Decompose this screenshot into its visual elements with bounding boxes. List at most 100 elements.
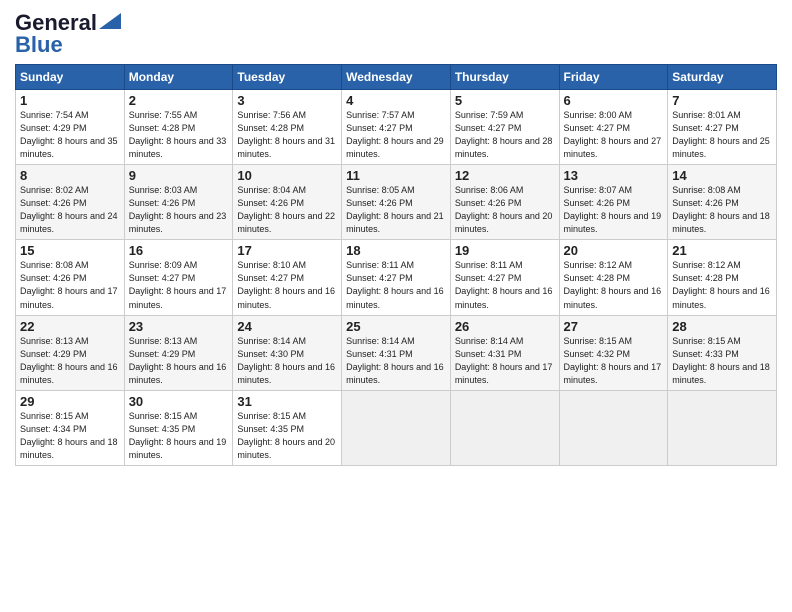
day-number: 17 — [237, 243, 337, 258]
day-info: Sunrise: 8:13 AMSunset: 4:29 PMDaylight:… — [20, 335, 120, 387]
col-header-monday: Monday — [124, 65, 233, 90]
day-number: 12 — [455, 168, 555, 183]
day-cell: 21 Sunrise: 8:12 AMSunset: 4:28 PMDaylig… — [668, 240, 777, 315]
day-info: Sunrise: 7:59 AMSunset: 4:27 PMDaylight:… — [455, 109, 555, 161]
day-info: Sunrise: 8:15 AMSunset: 4:33 PMDaylight:… — [672, 335, 772, 387]
day-cell: 18 Sunrise: 8:11 AMSunset: 4:27 PMDaylig… — [342, 240, 451, 315]
day-info: Sunrise: 8:14 AMSunset: 4:31 PMDaylight:… — [346, 335, 446, 387]
day-info: Sunrise: 8:15 AMSunset: 4:34 PMDaylight:… — [20, 410, 120, 462]
day-number: 24 — [237, 319, 337, 334]
day-cell: 14 Sunrise: 8:08 AMSunset: 4:26 PMDaylig… — [668, 165, 777, 240]
logo-icon — [99, 13, 121, 29]
day-number: 14 — [672, 168, 772, 183]
day-cell: 26 Sunrise: 8:14 AMSunset: 4:31 PMDaylig… — [450, 315, 559, 390]
day-info: Sunrise: 8:01 AMSunset: 4:27 PMDaylight:… — [672, 109, 772, 161]
day-cell: 17 Sunrise: 8:10 AMSunset: 4:27 PMDaylig… — [233, 240, 342, 315]
day-number: 29 — [20, 394, 120, 409]
day-info: Sunrise: 8:00 AMSunset: 4:27 PMDaylight:… — [564, 109, 664, 161]
day-cell — [559, 390, 668, 465]
day-info: Sunrise: 8:12 AMSunset: 4:28 PMDaylight:… — [672, 259, 772, 311]
day-number: 2 — [129, 93, 229, 108]
day-number: 4 — [346, 93, 446, 108]
day-info: Sunrise: 8:14 AMSunset: 4:30 PMDaylight:… — [237, 335, 337, 387]
day-cell: 28 Sunrise: 8:15 AMSunset: 4:33 PMDaylig… — [668, 315, 777, 390]
day-cell: 16 Sunrise: 8:09 AMSunset: 4:27 PMDaylig… — [124, 240, 233, 315]
day-info: Sunrise: 8:08 AMSunset: 4:26 PMDaylight:… — [20, 259, 120, 311]
day-info: Sunrise: 7:57 AMSunset: 4:27 PMDaylight:… — [346, 109, 446, 161]
calendar-table: SundayMondayTuesdayWednesdayThursdayFrid… — [15, 64, 777, 466]
day-cell: 12 Sunrise: 8:06 AMSunset: 4:26 PMDaylig… — [450, 165, 559, 240]
day-info: Sunrise: 8:10 AMSunset: 4:27 PMDaylight:… — [237, 259, 337, 311]
day-cell: 31 Sunrise: 8:15 AMSunset: 4:35 PMDaylig… — [233, 390, 342, 465]
day-cell: 3 Sunrise: 7:56 AMSunset: 4:28 PMDayligh… — [233, 90, 342, 165]
day-cell: 4 Sunrise: 7:57 AMSunset: 4:27 PMDayligh… — [342, 90, 451, 165]
day-number: 7 — [672, 93, 772, 108]
day-number: 27 — [564, 319, 664, 334]
day-info: Sunrise: 8:15 AMSunset: 4:35 PMDaylight:… — [129, 410, 229, 462]
day-cell: 29 Sunrise: 8:15 AMSunset: 4:34 PMDaylig… — [16, 390, 125, 465]
day-cell: 2 Sunrise: 7:55 AMSunset: 4:28 PMDayligh… — [124, 90, 233, 165]
day-number: 26 — [455, 319, 555, 334]
day-cell: 22 Sunrise: 8:13 AMSunset: 4:29 PMDaylig… — [16, 315, 125, 390]
logo: General Blue — [15, 10, 121, 58]
logo-blue: Blue — [15, 32, 63, 58]
day-cell: 19 Sunrise: 8:11 AMSunset: 4:27 PMDaylig… — [450, 240, 559, 315]
day-info: Sunrise: 7:55 AMSunset: 4:28 PMDaylight:… — [129, 109, 229, 161]
day-info: Sunrise: 8:15 AMSunset: 4:32 PMDaylight:… — [564, 335, 664, 387]
day-info: Sunrise: 7:54 AMSunset: 4:29 PMDaylight:… — [20, 109, 120, 161]
day-number: 21 — [672, 243, 772, 258]
day-info: Sunrise: 8:12 AMSunset: 4:28 PMDaylight:… — [564, 259, 664, 311]
day-number: 22 — [20, 319, 120, 334]
day-cell: 7 Sunrise: 8:01 AMSunset: 4:27 PMDayligh… — [668, 90, 777, 165]
day-number: 20 — [564, 243, 664, 258]
day-number: 6 — [564, 93, 664, 108]
header-row: General Blue — [15, 10, 777, 58]
day-info: Sunrise: 8:11 AMSunset: 4:27 PMDaylight:… — [455, 259, 555, 311]
day-info: Sunrise: 8:13 AMSunset: 4:29 PMDaylight:… — [129, 335, 229, 387]
day-cell: 15 Sunrise: 8:08 AMSunset: 4:26 PMDaylig… — [16, 240, 125, 315]
day-number: 16 — [129, 243, 229, 258]
day-number: 30 — [129, 394, 229, 409]
day-cell: 11 Sunrise: 8:05 AMSunset: 4:26 PMDaylig… — [342, 165, 451, 240]
day-info: Sunrise: 8:02 AMSunset: 4:26 PMDaylight:… — [20, 184, 120, 236]
header-row-days: SundayMondayTuesdayWednesdayThursdayFrid… — [16, 65, 777, 90]
calendar-container: General Blue SundayMondayTuesdayWednesda… — [0, 0, 792, 476]
day-number: 10 — [237, 168, 337, 183]
day-cell: 13 Sunrise: 8:07 AMSunset: 4:26 PMDaylig… — [559, 165, 668, 240]
day-number: 3 — [237, 93, 337, 108]
col-header-tuesday: Tuesday — [233, 65, 342, 90]
day-number: 5 — [455, 93, 555, 108]
day-info: Sunrise: 8:07 AMSunset: 4:26 PMDaylight:… — [564, 184, 664, 236]
day-cell: 6 Sunrise: 8:00 AMSunset: 4:27 PMDayligh… — [559, 90, 668, 165]
day-cell: 9 Sunrise: 8:03 AMSunset: 4:26 PMDayligh… — [124, 165, 233, 240]
day-cell — [668, 390, 777, 465]
day-cell — [342, 390, 451, 465]
day-cell: 5 Sunrise: 7:59 AMSunset: 4:27 PMDayligh… — [450, 90, 559, 165]
day-info: Sunrise: 8:06 AMSunset: 4:26 PMDaylight:… — [455, 184, 555, 236]
day-info: Sunrise: 8:04 AMSunset: 4:26 PMDaylight:… — [237, 184, 337, 236]
week-row-3: 15 Sunrise: 8:08 AMSunset: 4:26 PMDaylig… — [16, 240, 777, 315]
day-cell: 27 Sunrise: 8:15 AMSunset: 4:32 PMDaylig… — [559, 315, 668, 390]
day-info: Sunrise: 8:11 AMSunset: 4:27 PMDaylight:… — [346, 259, 446, 311]
week-row-1: 1 Sunrise: 7:54 AMSunset: 4:29 PMDayligh… — [16, 90, 777, 165]
day-number: 13 — [564, 168, 664, 183]
day-number: 1 — [20, 93, 120, 108]
col-header-wednesday: Wednesday — [342, 65, 451, 90]
day-number: 25 — [346, 319, 446, 334]
day-cell — [450, 390, 559, 465]
col-header-thursday: Thursday — [450, 65, 559, 90]
day-number: 8 — [20, 168, 120, 183]
day-info: Sunrise: 8:05 AMSunset: 4:26 PMDaylight:… — [346, 184, 446, 236]
day-number: 23 — [129, 319, 229, 334]
day-cell: 23 Sunrise: 8:13 AMSunset: 4:29 PMDaylig… — [124, 315, 233, 390]
day-number: 28 — [672, 319, 772, 334]
day-info: Sunrise: 8:09 AMSunset: 4:27 PMDaylight:… — [129, 259, 229, 311]
week-row-4: 22 Sunrise: 8:13 AMSunset: 4:29 PMDaylig… — [16, 315, 777, 390]
day-cell: 20 Sunrise: 8:12 AMSunset: 4:28 PMDaylig… — [559, 240, 668, 315]
day-cell: 30 Sunrise: 8:15 AMSunset: 4:35 PMDaylig… — [124, 390, 233, 465]
day-number: 19 — [455, 243, 555, 258]
day-number: 9 — [129, 168, 229, 183]
day-cell: 25 Sunrise: 8:14 AMSunset: 4:31 PMDaylig… — [342, 315, 451, 390]
day-number: 11 — [346, 168, 446, 183]
day-info: Sunrise: 8:08 AMSunset: 4:26 PMDaylight:… — [672, 184, 772, 236]
